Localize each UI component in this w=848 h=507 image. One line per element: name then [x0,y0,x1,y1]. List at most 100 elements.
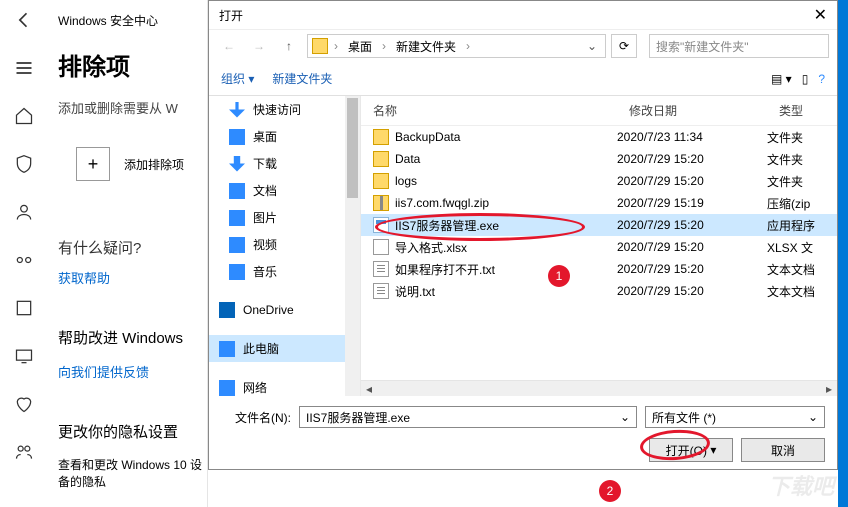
dialog-title: 打开 [219,7,243,24]
folder-icon [373,173,389,189]
refresh-icon[interactable]: ⟳ [611,34,637,58]
chevron-down-icon[interactable]: ⌄ [808,410,818,424]
mus-icon [229,264,245,280]
filename-label: 文件名(N): [221,409,291,426]
firewall-icon[interactable] [14,250,34,270]
app-icon[interactable] [14,298,34,318]
desk-icon [229,129,245,145]
txt-icon [373,283,389,299]
search-input[interactable]: 搜索"新建文件夹" [649,34,829,58]
watermark: 下载吧 [768,469,834,501]
doc-icon [229,183,245,199]
question-heading: 有什么疑问? [58,237,207,258]
family-icon[interactable] [14,442,34,462]
device-icon[interactable] [14,346,34,366]
tree-item[interactable]: 快速访问 [209,96,360,123]
file-row[interactable]: logs2020/7/29 15:20文件夹 [361,170,837,192]
chevron-right-icon: › [330,39,342,53]
home-icon[interactable] [14,106,34,126]
scroll-right-icon[interactable]: ▸ [821,381,837,397]
open-button[interactable]: 打开(O) ▾ [649,438,733,462]
tree-item[interactable]: 桌面 [209,123,360,150]
tree-item[interactable]: OneDrive [209,297,360,323]
scroll-left-icon[interactable]: ◂ [361,381,377,397]
filter-select[interactable]: 所有文件 (*)⌄ [645,406,825,428]
tree-item[interactable]: 网络 [209,374,360,396]
improve-heading: 帮助改进 Windows [58,327,207,348]
tree-item[interactable]: 音乐 [209,258,360,285]
page-title: 排除项 [58,47,207,82]
tree-item[interactable]: 下载 [209,150,360,177]
view-icon[interactable]: ▤ ▾ [771,72,792,86]
add-exclusion-row[interactable]: + 添加排除项 [76,147,207,181]
health-icon[interactable] [14,394,34,414]
file-row[interactable]: IIS7服务器管理.exe2020/7/29 15:20应用程序 [361,214,837,236]
window-title: Windows 安全中心 [58,8,207,41]
help-link[interactable]: 获取帮助 [58,268,207,287]
tree-item[interactable]: 图片 [209,204,360,231]
menu-icon[interactable] [14,58,34,78]
col-date[interactable]: 修改日期 [617,102,767,119]
crumb-folder[interactable]: 新建文件夹 [392,38,460,55]
folder-icon [312,38,328,54]
folder-icon [373,129,389,145]
file-row[interactable]: Data2020/7/29 15:20文件夹 [361,148,837,170]
nav-up-icon[interactable]: ↑ [277,34,301,58]
privacy-sub: 查看和更改 Windows 10 设备的隐私 [58,456,207,490]
nav-forward-icon: → [247,34,271,58]
breadcrumb[interactable]: › 桌面 › 新建文件夹 › ⌄ [307,34,606,58]
file-row[interactable]: 说明.txt2020/7/29 15:20文本文档 [361,280,837,302]
settings-rail [0,0,48,507]
annotation-dot: 2 [599,480,621,502]
nav-tree: 快速访问桌面下载文档图片视频音乐 OneDrive 此电脑网络 [209,96,361,396]
exe-icon [373,217,389,233]
tree-scrollbar[interactable] [345,96,360,396]
dl-icon [229,156,245,172]
folder-icon [373,151,389,167]
file-row[interactable]: BackupData2020/7/23 11:34文件夹 [361,126,837,148]
new-folder-button[interactable]: 新建文件夹 [272,70,332,87]
file-row[interactable]: 如果程序打不开.txt2020/7/29 15:20文本文档 [361,258,837,280]
img-icon [229,210,245,226]
add-exclusion-label: 添加排除项 [124,156,184,173]
file-row[interactable]: iis7.com.fwqgl.zip2020/7/29 15:19压缩(zip [361,192,837,214]
col-type[interactable]: 类型 [767,102,837,119]
col-name[interactable]: 名称 [361,102,617,119]
settings-content: Windows 安全中心 排除项 添加或删除需要从 W + 添加排除项 有什么疑… [48,0,207,507]
close-icon[interactable]: ✕ [814,5,827,25]
feedback-link[interactable]: 向我们提供反馈 [58,362,207,381]
pc-icon [219,341,235,357]
chevron-down-icon[interactable]: ⌄ [620,410,630,424]
pin-icon [229,102,245,118]
tree-item[interactable]: 此电脑 [209,335,360,362]
xlsx-icon [373,239,389,255]
chevron-right-icon: › [378,39,390,53]
preview-icon[interactable]: ▯ [802,72,809,86]
txt-icon [373,261,389,277]
help-icon[interactable]: ? [818,72,825,86]
back-icon[interactable] [14,10,34,30]
net-icon [219,380,235,396]
h-scrollbar[interactable]: ◂ ▸ [361,380,837,396]
tree-item[interactable]: 视频 [209,231,360,258]
vid-icon [229,237,245,253]
shield-icon[interactable] [14,154,34,174]
crumb-desktop[interactable]: 桌面 [344,38,376,55]
od-icon [219,302,235,318]
cancel-button[interactable]: 取消 [741,438,825,462]
tree-item[interactable]: 文档 [209,177,360,204]
page-subtitle: 添加或删除需要从 W [58,98,207,117]
plus-icon: + [76,147,110,181]
privacy-heading: 更改你的隐私设置 [58,421,207,442]
chevron-right-icon: › [462,39,474,53]
organize-button[interactable]: 组织 ▾ [221,70,254,87]
account-icon[interactable] [14,202,34,222]
settings-panel: Windows 安全中心 排除项 添加或删除需要从 W + 添加排除项 有什么疑… [0,0,208,507]
chevron-down-icon[interactable]: ⌄ [583,39,601,53]
filename-input[interactable]: IIS7服务器管理.exe⌄ [299,406,637,428]
zip-icon [373,195,389,211]
nav-back-icon: ← [217,34,241,58]
file-row[interactable]: 导入格式.xlsx2020/7/29 15:20XLSX 文 [361,236,837,258]
file-list: 名称 修改日期 类型 BackupData2020/7/23 11:34文件夹D… [361,96,837,396]
file-open-dialog: 打开 ✕ ← → ↑ › 桌面 › 新建文件夹 › ⌄ ⟳ 搜索"新建文件夹" … [208,0,838,470]
